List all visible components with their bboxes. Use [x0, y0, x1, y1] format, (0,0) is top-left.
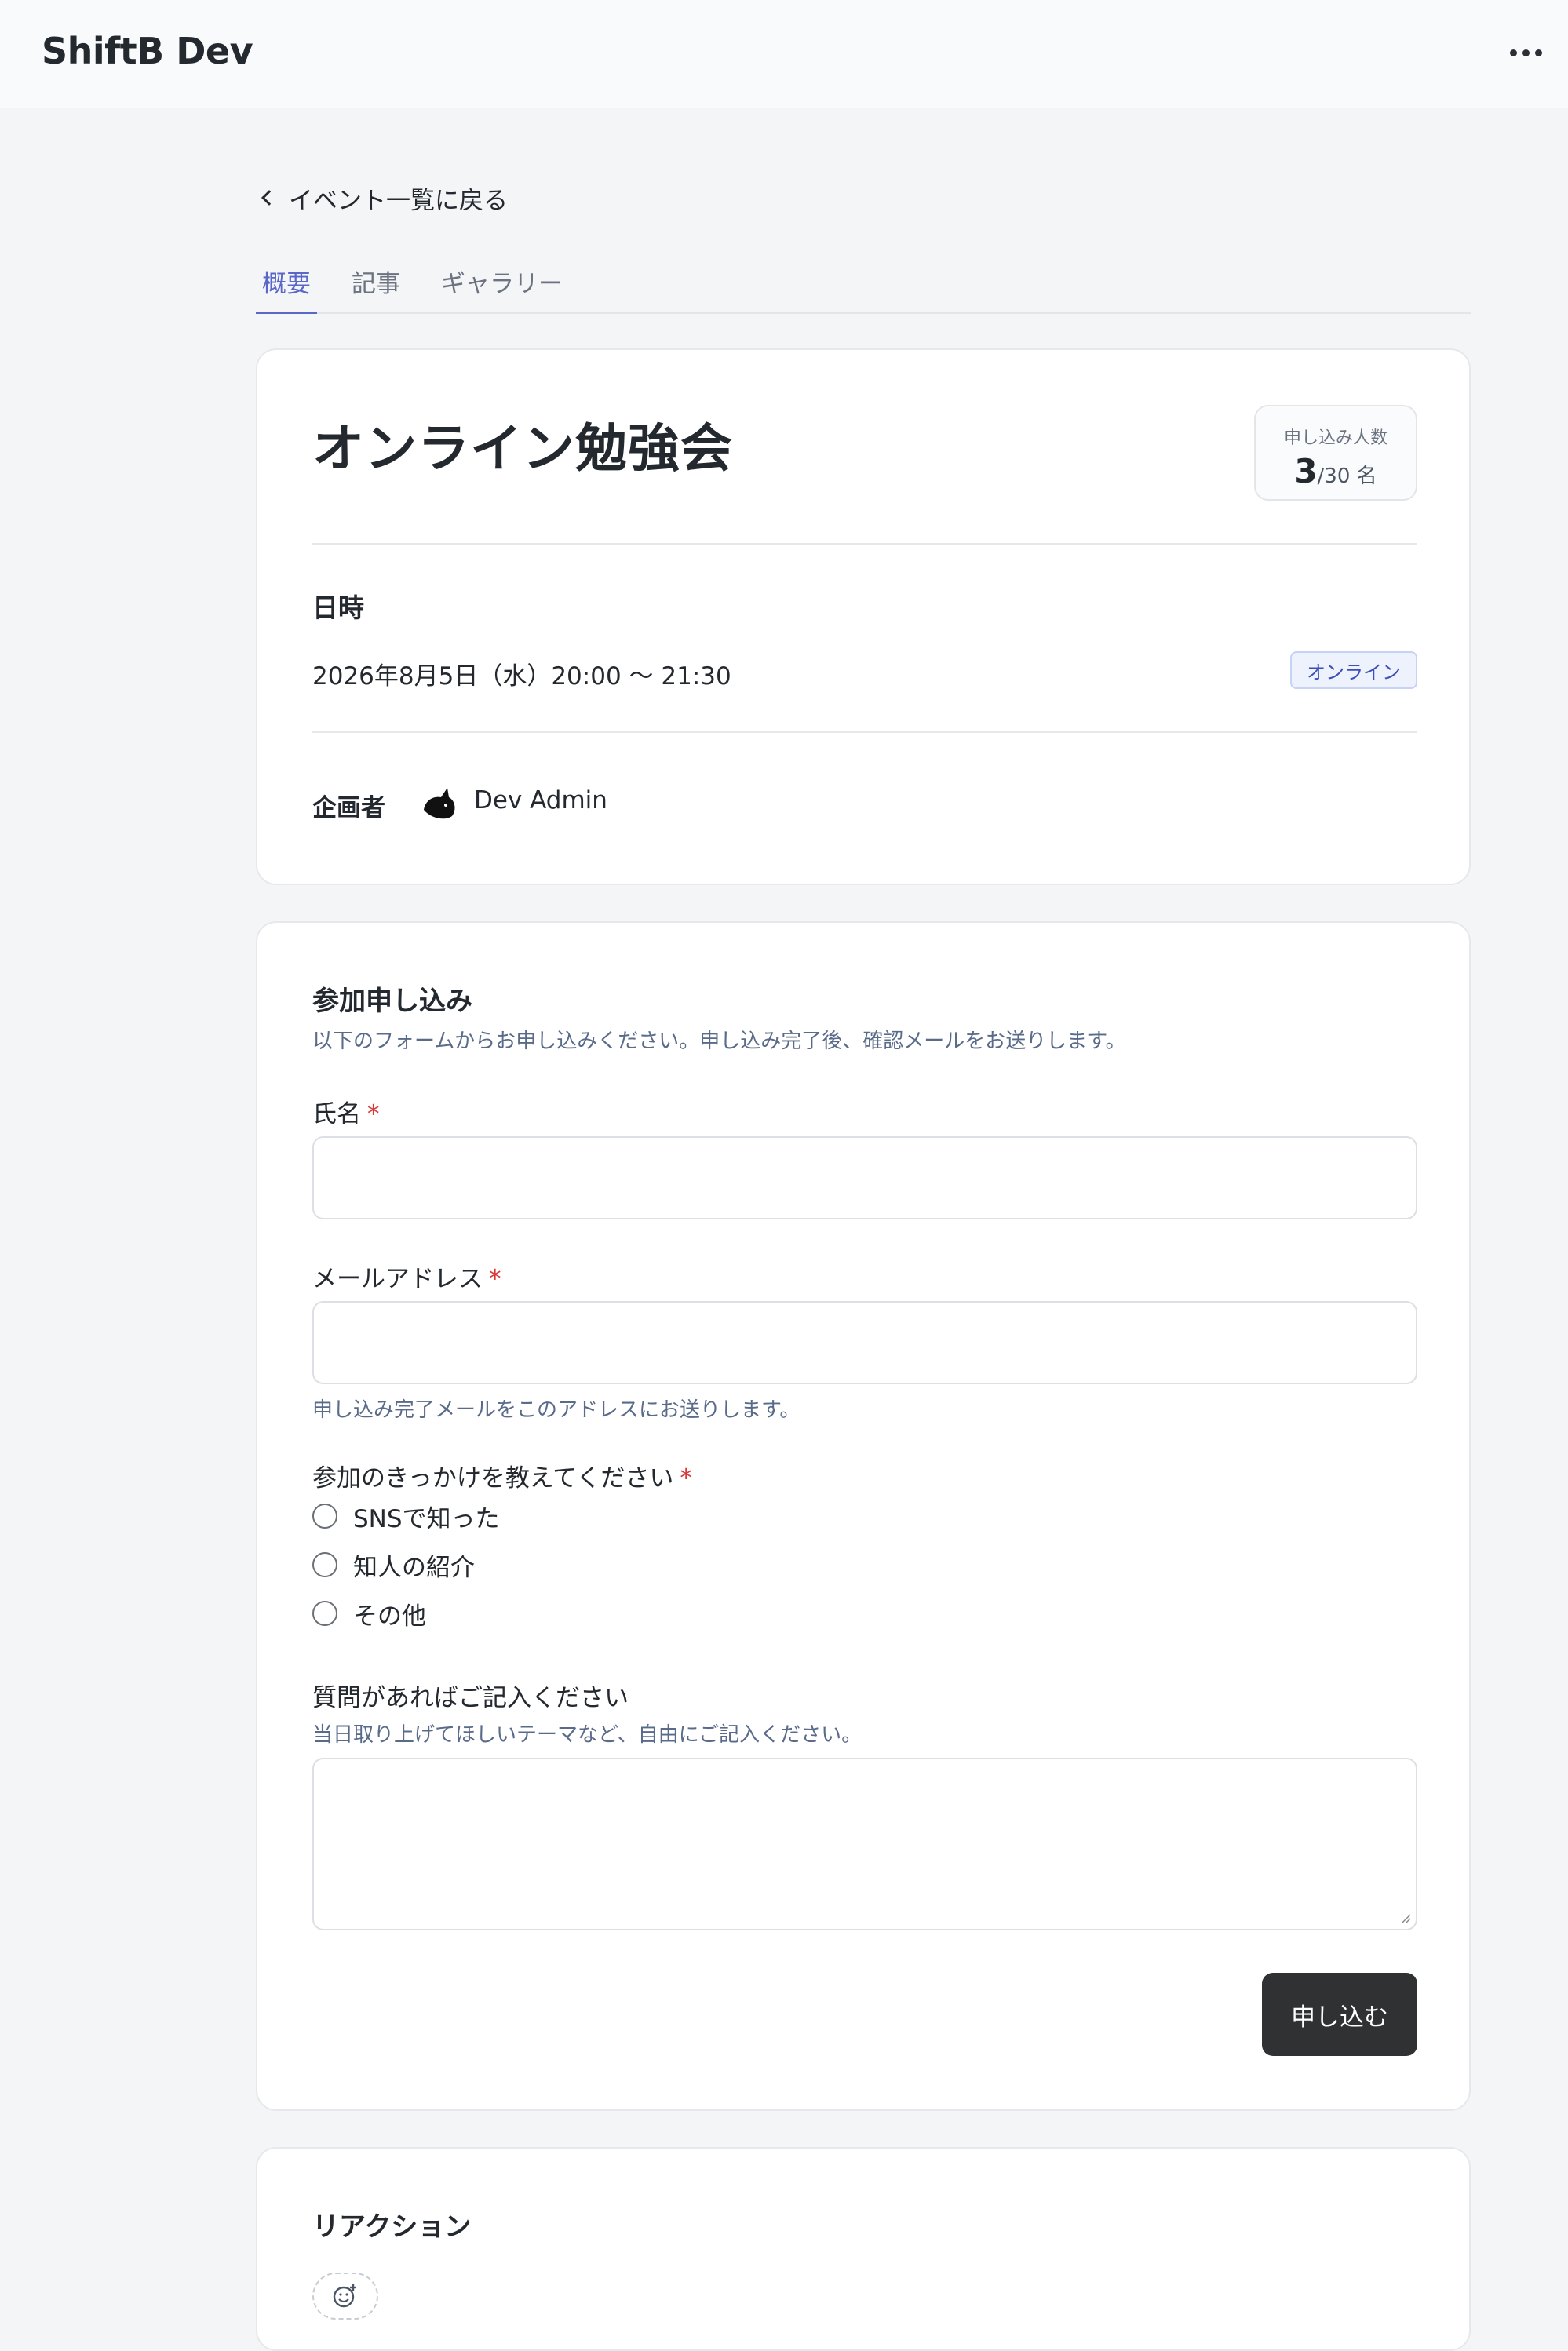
reason-label-text: 参加のきっかけを教えてください [312, 1464, 674, 1493]
event-datetime: 2026年8月5日（水）20:00 〜 21:30 [312, 662, 731, 691]
question-textarea[interactable] [312, 1758, 1417, 1930]
tab-gallery[interactable]: ギャラリー [435, 259, 569, 314]
required-mark: * [680, 1464, 692, 1493]
capacity-unit: 名 [1356, 465, 1377, 488]
top-bar: ShiftB Dev [0, 0, 1568, 108]
name-input[interactable] [312, 1136, 1417, 1219]
back-link-label: イベント一覧に戻る [289, 186, 508, 215]
form-title: 参加申し込み [312, 986, 472, 1017]
email-field-label: メールアドレス * [312, 1259, 501, 1294]
radio-button[interactable] [312, 1601, 337, 1626]
radio-button[interactable] [312, 1504, 337, 1529]
tab-overview[interactable]: 概要 [256, 259, 317, 314]
add-reaction-button[interactable] [312, 2273, 378, 2320]
question-hint: 当日取り上げてほしいテーマなど、自由にご記入ください。 [312, 1723, 862, 1747]
avatar [418, 774, 466, 822]
radio-label: その他 [353, 1602, 426, 1631]
tab-bar: 概要 記事 ギャラリー [256, 259, 1471, 314]
capacity-max: /30 [1317, 465, 1351, 488]
chevron-left-icon [261, 190, 277, 206]
radio-label: SNSで知った [353, 1504, 500, 1533]
form-description: 以下のフォームからお申し込みください。申し込み完了後、確認メールをお送りします。 [312, 1030, 1126, 1053]
resize-handle-icon[interactable] [1398, 1912, 1411, 1924]
radio-option-referral[interactable]: 知人の紹介 [312, 1547, 475, 1582]
organizer-label: 企画者 [312, 794, 385, 822]
datetime-heading: 日時 [312, 592, 364, 623]
reason-field-label: 参加のきっかけを教えてください * [312, 1458, 692, 1493]
event-title: オンライン勉強会 [312, 418, 733, 479]
online-badge: オンライン [1290, 651, 1417, 689]
divider [312, 731, 1417, 733]
divider [312, 543, 1417, 545]
reactions-title: リアクション [312, 2211, 472, 2243]
add-reaction-icon [333, 2284, 356, 2308]
capacity-box: 申し込み人数 3/30 名 [1254, 405, 1417, 501]
name-field-label: 氏名 * [312, 1094, 380, 1129]
registration-form-card: 参加申し込み 以下のフォームからお申し込みください。申し込み完了後、確認メールを… [256, 921, 1471, 2111]
radio-option-other[interactable]: その他 [312, 1596, 426, 1631]
email-input[interactable] [312, 1301, 1417, 1384]
app-title: ShiftB Dev [42, 30, 253, 72]
required-mark: * [367, 1100, 380, 1128]
radio-button[interactable] [312, 1552, 337, 1577]
email-hint: 申し込み完了メールをこのアドレスにお送りします。 [312, 1398, 800, 1422]
question-field-label: 質問があればご記入ください [312, 1684, 629, 1712]
organizer-name: Dev Admin [474, 786, 607, 815]
required-mark: * [489, 1265, 501, 1293]
event-summary-card: オンライン勉強会 申し込み人数 3/30 名 日時 2026年8月5日（水）20… [256, 348, 1471, 885]
capacity-label: 申し込み人数 [1283, 428, 1387, 448]
name-label-text: 氏名 [312, 1100, 361, 1128]
capacity-current: 3 [1294, 452, 1318, 490]
email-label-text: メールアドレス [312, 1265, 483, 1293]
submit-button[interactable]: 申し込む [1262, 1973, 1417, 2056]
tab-articles[interactable]: 記事 [345, 259, 407, 314]
back-to-events-link[interactable]: イベント一覧に戻る [261, 180, 508, 215]
more-options-icon[interactable] [1510, 47, 1549, 58]
reactions-card: リアクション [256, 2147, 1471, 2351]
radio-label: 知人の紹介 [353, 1553, 475, 1582]
radio-option-sns[interactable]: SNSで知った [312, 1499, 500, 1533]
